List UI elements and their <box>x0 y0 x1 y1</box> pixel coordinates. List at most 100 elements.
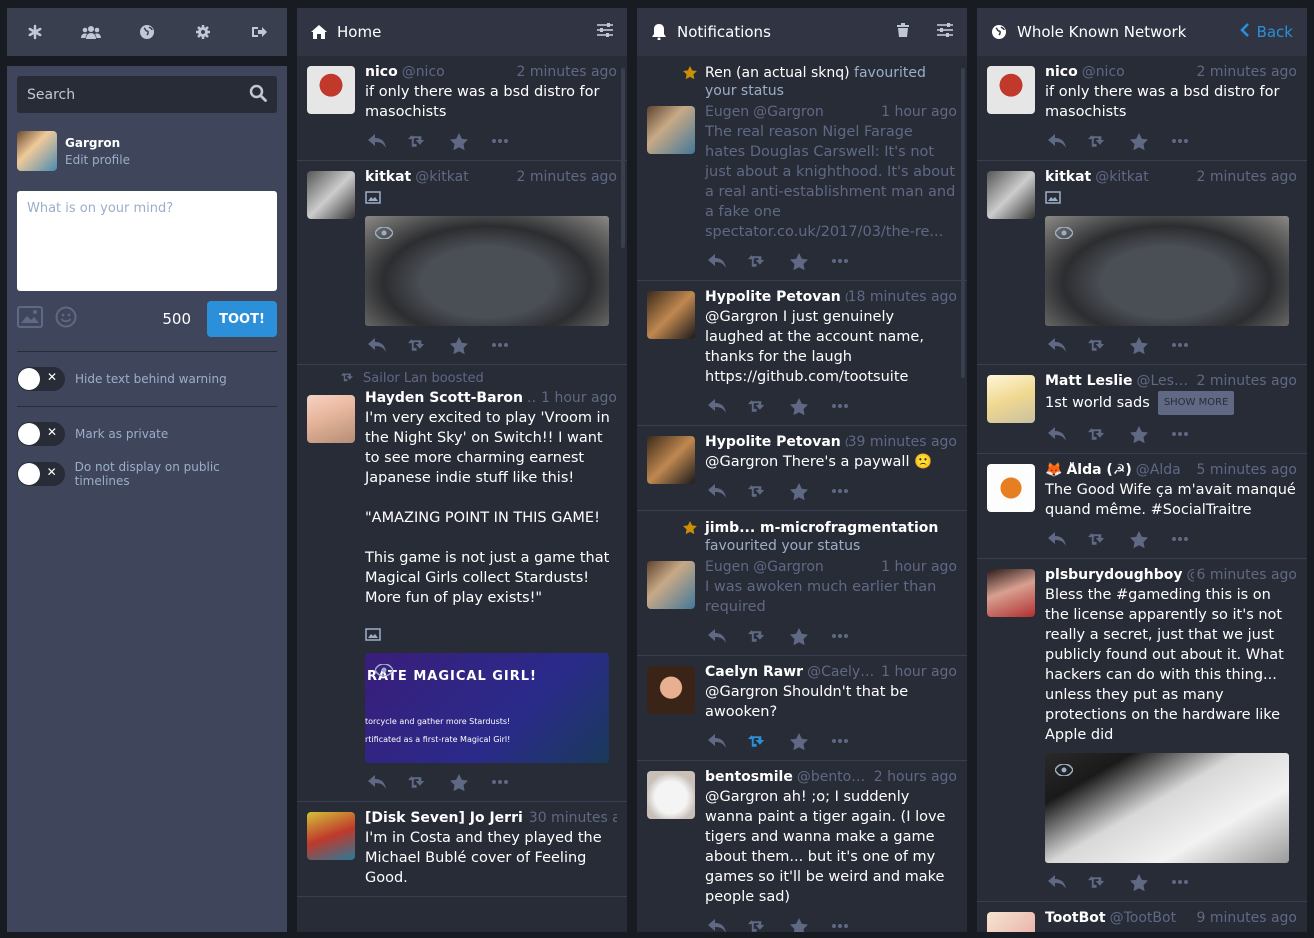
status[interactable]: Eugen @Gargron 1 hour ago I was awoken muc… <box>637 555 967 656</box>
favourite-icon[interactable] <box>1129 132 1148 151</box>
reply-icon[interactable] <box>707 482 726 501</box>
column-header[interactable]: Notifications <box>637 8 967 56</box>
reply-icon[interactable] <box>1047 873 1066 892</box>
reply-icon[interactable] <box>707 732 726 751</box>
edit-profile-link[interactable]: Edit profile <box>65 153 130 167</box>
boost-icon[interactable] <box>748 482 767 501</box>
favourite-icon[interactable] <box>789 482 808 501</box>
status[interactable]: kitkat @kitkat 2 minutes ago <box>977 161 1307 365</box>
status[interactable]: bentosmile @bentos... 2 hours ago @Gargron… <box>637 761 967 932</box>
avatar[interactable] <box>987 171 1035 219</box>
display-name[interactable]: Caelyn Rawr <box>705 664 803 680</box>
timestamp[interactable]: 2 minutes ago <box>510 169 617 185</box>
media-image[interactable]: RATE MAGICAL GIRL! torcycle and gather m… <box>365 653 609 763</box>
asterisk-icon[interactable] <box>25 22 45 42</box>
avatar[interactable] <box>17 131 57 171</box>
notification-actor[interactable]: Ren (an actual sknq) <box>705 65 850 81</box>
avatar[interactable] <box>987 66 1035 114</box>
boost-icon[interactable] <box>1088 132 1107 151</box>
status[interactable]: nico @nico 2 minutes ago if only there was… <box>297 56 627 161</box>
toot-button[interactable]: TOOT! <box>207 301 277 337</box>
status[interactable]: Caelyn Rawr @CaelynE 1 hour ago @Gargron S… <box>637 656 967 761</box>
boost-icon[interactable] <box>408 773 427 792</box>
status[interactable]: Matt Leslie@Lesmoco...2 minutes ago 1st … <box>977 365 1307 454</box>
boost-icon[interactable] <box>1088 530 1107 549</box>
more-icon[interactable] <box>490 336 509 355</box>
timestamp[interactable]: 2 hours ago <box>868 769 957 785</box>
display-name[interactable]: Ålda (☭) <box>1066 462 1131 478</box>
toggle-hide-text[interactable]: ✕ Hide text behind warning <box>17 366 277 392</box>
boost-icon[interactable] <box>408 336 427 355</box>
avatar[interactable] <box>987 464 1035 512</box>
avatar[interactable] <box>987 375 1035 423</box>
timestamp[interactable]: 30 minutes ago <box>523 810 617 826</box>
display-name[interactable]: plsburydoughboy <box>1045 567 1183 583</box>
toggle-switch[interactable]: ✕ <box>17 462 65 486</box>
gear-icon[interactable] <box>193 22 213 42</box>
display-name[interactable]: TootBot <box>1045 910 1106 926</box>
status[interactable]: TootBot @TootBot 9 minutes ago <box>977 902 1307 932</box>
status[interactable]: Sailor Lan boosted Hayden Scott-Baron...… <box>297 365 627 802</box>
boost-icon[interactable] <box>748 397 767 416</box>
more-icon[interactable] <box>1170 132 1189 151</box>
favourite-icon[interactable] <box>789 397 808 416</box>
timestamp[interactable]: 1 hour ago <box>535 390 617 406</box>
display-name[interactable]: kitkat <box>1045 169 1091 185</box>
reply-icon[interactable] <box>1047 132 1066 151</box>
display-name[interactable]: nico <box>365 64 398 80</box>
boost-icon[interactable] <box>1088 873 1107 892</box>
more-icon[interactable] <box>1170 873 1189 892</box>
more-icon[interactable] <box>830 482 849 501</box>
emoji-icon[interactable] <box>55 306 77 332</box>
timestamp[interactable]: 1 hour ago <box>875 664 957 680</box>
reply-icon[interactable] <box>367 773 386 792</box>
display-name[interactable]: Matt Leslie <box>1045 373 1132 389</box>
display-name[interactable]: Eugen <box>705 104 749 120</box>
timestamp[interactable]: 6 minutes ago <box>1194 567 1297 583</box>
status[interactable]: nico @nico 2 minutes ago if only there was… <box>977 56 1307 161</box>
timestamp[interactable]: 18 minutes ago <box>848 289 957 305</box>
toggle-private[interactable]: ✕ Mark as private <box>17 421 277 447</box>
reply-icon[interactable] <box>707 627 726 646</box>
favourite-icon[interactable] <box>789 252 808 271</box>
users-icon[interactable] <box>81 22 101 42</box>
boost-icon[interactable] <box>1088 336 1107 355</box>
favourite-icon[interactable] <box>789 627 808 646</box>
sliders-icon[interactable] <box>597 23 613 41</box>
display-name[interactable]: nico <box>1045 64 1078 80</box>
eye-icon[interactable] <box>1054 224 1074 243</box>
more-icon[interactable] <box>830 397 849 416</box>
more-icon[interactable] <box>490 773 509 792</box>
avatar[interactable] <box>647 561 695 609</box>
timestamp[interactable]: 2 minutes ago <box>1196 373 1297 389</box>
reply-icon[interactable] <box>1047 530 1066 549</box>
status[interactable]: [Disk Seven] Jo Jerri30 minutes ago I'm … <box>297 802 627 897</box>
more-icon[interactable] <box>490 132 509 151</box>
avatar[interactable] <box>307 171 355 219</box>
avatar[interactable] <box>307 395 355 443</box>
status[interactable]: 🦊 Ålda (☭) @Alda 5 minutes ago The Good Wif… <box>977 454 1307 559</box>
boost-icon[interactable] <box>748 627 767 646</box>
search-input[interactable]: Search <box>17 76 277 113</box>
display-name[interactable]: Hypolite Petovan <box>705 434 841 450</box>
favourite-icon[interactable] <box>1129 530 1148 549</box>
reply-icon[interactable] <box>1047 336 1066 355</box>
avatar[interactable] <box>647 291 695 339</box>
more-icon[interactable] <box>830 917 849 933</box>
more-icon[interactable] <box>830 732 849 751</box>
boosted-by[interactable]: Sailor Lan boosted <box>363 371 484 386</box>
timestamp[interactable]: 2 minutes ago <box>1190 169 1297 185</box>
eye-icon[interactable] <box>1054 761 1074 780</box>
sliders-icon[interactable] <box>937 23 953 41</box>
globe-icon[interactable] <box>137 22 157 42</box>
toggle-switch[interactable]: ✕ <box>17 422 65 446</box>
timestamp[interactable]: 2 minutes ago <box>510 64 617 80</box>
display-name[interactable]: Eugen <box>705 559 749 575</box>
media-image[interactable] <box>365 216 609 326</box>
more-icon[interactable] <box>1170 530 1189 549</box>
reply-icon[interactable] <box>707 917 726 932</box>
more-icon[interactable] <box>830 627 849 646</box>
more-icon[interactable] <box>1170 425 1189 444</box>
display-name[interactable]: Hypolite Petovan <box>705 289 841 305</box>
search-icon[interactable] <box>249 84 267 106</box>
